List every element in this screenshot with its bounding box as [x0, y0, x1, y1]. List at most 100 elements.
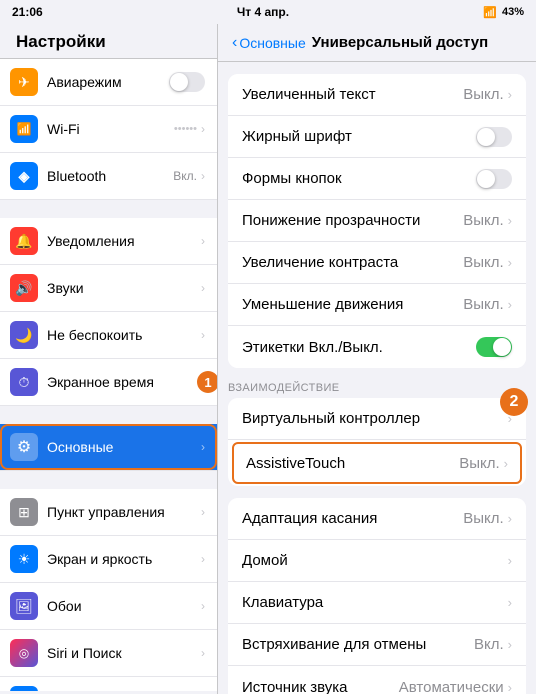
- sidebar-item-general[interactable]: ⚙ Основные ›: [0, 424, 217, 471]
- sidebar-item-screentime[interactable]: ⏱ Экранное время › 1: [0, 359, 217, 406]
- right-item-switchcontrol[interactable]: Виртуальный контроллер ›: [228, 398, 526, 440]
- interaction-section: Виртуальный контроллер › AssistiveTouch …: [228, 398, 526, 486]
- right-item-increasecontrast[interactable]: Увеличение контраста Выкл. ›: [228, 242, 526, 284]
- right-item-touchaccommodations[interactable]: Адаптация касания Выкл. ›: [228, 498, 526, 540]
- wifi-icon: 📶: [10, 115, 38, 143]
- wifi-label: Wi-Fi: [47, 121, 174, 138]
- largetext-label: Увеличенный текст: [242, 86, 463, 103]
- screentime-label: Экранное время: [47, 374, 201, 391]
- reducetransparency-value: Выкл.: [463, 212, 503, 229]
- siri-chevron: ›: [201, 646, 205, 660]
- touchid-icon: ◉: [10, 686, 38, 691]
- settings-left-panel: Настройки ✈ Авиарежим 📶 Wi-Fi •••••• › ◈…: [0, 24, 218, 694]
- status-bar: 21:06 Чт 4 апр. 📶 43%: [0, 0, 536, 24]
- sidebar-item-wifi[interactable]: 📶 Wi-Fi •••••• ›: [0, 106, 217, 153]
- right-item-onofflabels[interactable]: Этикетки Вкл./Выкл.: [228, 326, 526, 368]
- controlcenter-label: Пункт управления: [47, 504, 201, 521]
- sidebar-item-bluetooth[interactable]: ◈ Bluetooth Вкл. ›: [0, 153, 217, 200]
- screentime-icon: ⏱: [10, 368, 38, 396]
- right-item-reducemotion[interactable]: Уменьшение движения Выкл. ›: [228, 284, 526, 326]
- wifi-icon: 📶: [483, 6, 497, 19]
- settings-title: Настройки: [0, 24, 217, 59]
- display-label: Экран и яркость: [47, 551, 201, 568]
- right-item-keyboard[interactable]: Клавиатура ›: [228, 582, 526, 624]
- shakeundo-chevron: ›: [508, 637, 512, 652]
- right-item-assistivetouch[interactable]: AssistiveTouch Выкл. ›: [232, 442, 522, 484]
- controlcenter-icon: ⊞: [10, 498, 38, 526]
- status-bar-right: 📶 43%: [483, 6, 524, 19]
- controlcenter-chevron: ›: [201, 505, 205, 519]
- assistivetouch-label: AssistiveTouch: [246, 455, 459, 472]
- sounds-chevron: ›: [201, 281, 205, 295]
- right-panel-title: Универсальный доступ: [312, 34, 488, 51]
- back-chevron-icon: ‹: [232, 34, 237, 52]
- largetext-value: Выкл.: [463, 86, 503, 103]
- buttonshapes-toggle[interactable]: [476, 169, 512, 189]
- donotdisturb-icon: 🌙: [10, 321, 38, 349]
- airplane-toggle[interactable]: [169, 72, 205, 92]
- divider-2: [0, 406, 217, 424]
- boldtext-label: Жирный шрифт: [242, 128, 476, 145]
- right-item-home[interactable]: Домой ›: [228, 540, 526, 582]
- donotdisturb-label: Не беспокоить: [47, 327, 201, 344]
- siri-label: Siri и Поиск: [47, 645, 201, 662]
- increasecontrast-label: Увеличение контраста: [242, 254, 463, 271]
- wifi-value: ••••••: [174, 123, 197, 135]
- right-item-largetext[interactable]: Увеличенный текст Выкл. ›: [228, 74, 526, 116]
- notifications-chevron: ›: [201, 234, 205, 248]
- onofflabels-label: Этикетки Вкл./Выкл.: [242, 339, 476, 356]
- general-icon: ⚙: [10, 433, 38, 461]
- boldtext-toggle[interactable]: [476, 127, 512, 147]
- divider-3: [0, 471, 217, 489]
- right-item-reducetransparency[interactable]: Понижение прозрачности Выкл. ›: [228, 200, 526, 242]
- airplane-label: Авиарежим: [47, 74, 169, 91]
- wallpaper-label: Обои: [47, 598, 201, 615]
- sidebar-item-display[interactable]: ☀ Экран и яркость ›: [0, 536, 217, 583]
- settings-group-connectivity: ✈ Авиарежим 📶 Wi-Fi •••••• › ◈ Bluetooth…: [0, 59, 217, 200]
- wallpaper-icon: 🖼: [10, 592, 38, 620]
- keyboard-chevron: ›: [508, 595, 512, 610]
- sidebar-item-donotdisturb[interactable]: 🌙 Не беспокоить ›: [0, 312, 217, 359]
- donotdisturb-chevron: ›: [201, 328, 205, 342]
- right-item-audiosource[interactable]: Источник звука Автоматически ›: [228, 666, 526, 694]
- reducemotion-chevron: ›: [508, 297, 512, 312]
- sidebar-item-wallpaper[interactable]: 🖼 Обои ›: [0, 583, 217, 630]
- back-label: Основные: [239, 35, 305, 51]
- touchaccommodations-label: Адаптация касания: [242, 510, 463, 527]
- day: Чт 4 апр.: [237, 5, 289, 19]
- right-content: Увеличенный текст Выкл. › Жирный шрифт Ф…: [218, 62, 536, 694]
- home-chevron: ›: [508, 553, 512, 568]
- sidebar-item-notifications[interactable]: 🔔 Уведомления ›: [0, 218, 217, 265]
- sidebar-item-sounds[interactable]: 🔊 Звуки ›: [0, 265, 217, 312]
- largetext-chevron: ›: [508, 87, 512, 102]
- sidebar-item-airplane[interactable]: ✈ Авиарежим: [0, 59, 217, 106]
- buttonshapes-label: Формы кнопок: [242, 170, 476, 187]
- wallpaper-chevron: ›: [201, 599, 205, 613]
- main-container: Настройки ✈ Авиарежим 📶 Wi-Fi •••••• › ◈…: [0, 24, 536, 694]
- bluetooth-icon: ◈: [10, 162, 38, 190]
- reducetransparency-label: Понижение прозрачности: [242, 212, 463, 229]
- settings-group-general: ⚙ Основные ›: [0, 424, 217, 471]
- touchaccommodations-value: Выкл.: [463, 510, 503, 527]
- right-item-buttonshapes[interactable]: Формы кнопок: [228, 158, 526, 200]
- settings-group-system: 🔔 Уведомления › 🔊 Звуки › 🌙 Не беспокоит…: [0, 218, 217, 406]
- reducemotion-value: Выкл.: [463, 296, 503, 313]
- sidebar-item-controlcenter[interactable]: ⊞ Пункт управления ›: [0, 489, 217, 536]
- notifications-icon: 🔔: [10, 227, 38, 255]
- shakeundo-value: Вкл.: [474, 636, 504, 653]
- sidebar-item-siri[interactable]: ◎ Siri и Поиск ›: [0, 630, 217, 677]
- general-label: Основные: [47, 439, 201, 456]
- onofflabels-toggle[interactable]: [476, 337, 512, 357]
- badge-2: 2: [500, 388, 528, 416]
- siri-icon: ◎: [10, 639, 38, 667]
- time: 21:06: [12, 5, 43, 19]
- reducetransparency-chevron: ›: [508, 213, 512, 228]
- right-item-shakeundo[interactable]: Встряхивание для отмены Вкл. ›: [228, 624, 526, 666]
- bluetooth-value: Вкл.: [173, 169, 197, 183]
- back-button[interactable]: ‹ Основные: [232, 34, 306, 52]
- right-item-boldtext[interactable]: Жирный шрифт: [228, 116, 526, 158]
- display-chevron: ›: [201, 552, 205, 566]
- touchaccommodations-chevron: ›: [508, 511, 512, 526]
- sidebar-item-touchid[interactable]: ◉ Touch ID и код-пароль ›: [0, 677, 217, 691]
- audiosource-label: Источник звука: [242, 679, 399, 694]
